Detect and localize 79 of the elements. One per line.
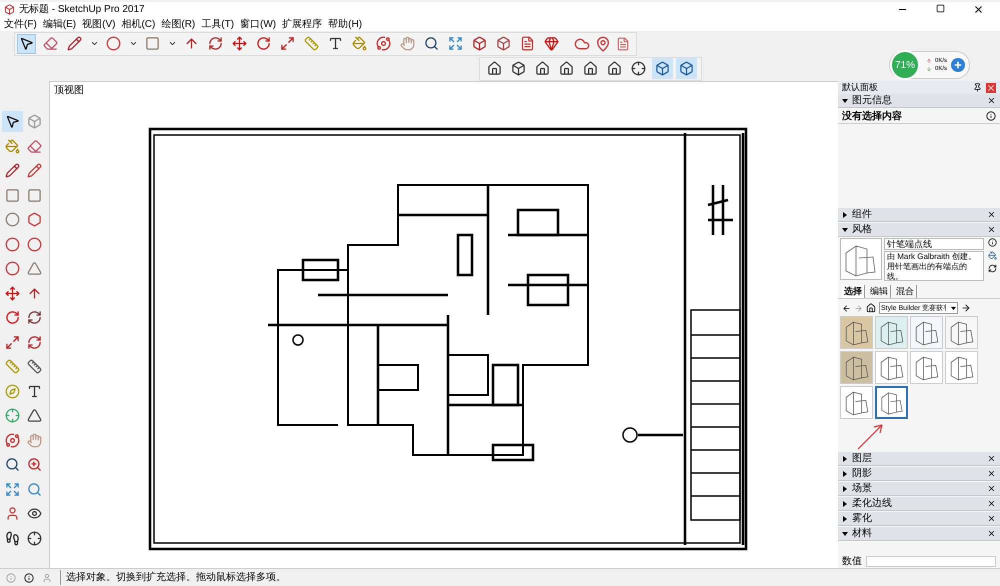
info-icon[interactable] [986, 111, 996, 121]
close-icon[interactable] [987, 469, 996, 478]
viewport-label: 顶视图 [54, 84, 84, 98]
menu-item[interactable]: 绘图(R) [161, 16, 196, 32]
cloud-icon[interactable] [574, 36, 590, 52]
close-icon[interactable] [973, 4, 984, 15]
forward-icon[interactable] [854, 304, 863, 312]
measurement-field[interactable] [866, 556, 996, 566]
pin-icon[interactable] [973, 83, 982, 92]
close-icon[interactable] [987, 514, 996, 523]
pencil-icon[interactable] [65, 34, 84, 54]
menu-item[interactable]: 文件(F) [4, 16, 37, 32]
style-name-field[interactable]: 针笔端点线 [884, 238, 984, 250]
menu-item[interactable]: 窗口(W) [240, 16, 276, 32]
details-icon[interactable] [961, 303, 972, 313]
panel-title: 场景 [852, 482, 872, 496]
menu-item[interactable]: 编辑(E) [42, 16, 76, 32]
percent-badge: 71% [890, 50, 920, 80]
drawing-viewport[interactable]: 顶视图 [49, 81, 838, 568]
close-icon[interactable] [987, 210, 996, 219]
plus-icon[interactable] [951, 58, 965, 72]
close-icon[interactable] [987, 96, 996, 105]
paint-icon[interactable] [988, 251, 996, 260]
status-message: 选择对象。切换到扩充选择。拖动鼠标选择多项。 [60, 570, 286, 585]
panel-title: 材料 [852, 526, 872, 541]
upload-arrow-icon [926, 58, 932, 64]
info-icon[interactable] [24, 572, 34, 582]
close-icon[interactable] [987, 454, 996, 463]
panel-header[interactable]: 阴影 [838, 467, 1000, 481]
close-icon[interactable] [987, 225, 996, 234]
close-icon[interactable] [987, 499, 996, 508]
tape-measure-icon[interactable] [302, 34, 321, 54]
menu-item[interactable]: 相机(C) [121, 16, 156, 32]
entity-info-message: 没有选择内容 [842, 109, 902, 124]
style-thumbnail[interactable] [875, 386, 908, 419]
panel-header[interactable]: 图层 [838, 452, 1000, 466]
menu-item[interactable]: 工具(T) [201, 16, 234, 32]
back-icon[interactable] [842, 304, 851, 312]
cube-icon[interactable] [676, 58, 696, 79]
panel-title: 风格 [852, 222, 872, 237]
panel-header[interactable]: 组件 [838, 208, 1000, 222]
cube-icon[interactable] [652, 58, 672, 79]
menu-item[interactable]: 扩展程序 [282, 16, 322, 32]
panel-title: 组件 [852, 208, 872, 222]
panel-title: 图层 [852, 452, 872, 466]
panel-header[interactable]: 材料 [838, 527, 1000, 541]
menu-item[interactable]: 帮助(H) [328, 16, 362, 32]
close-icon[interactable] [987, 529, 996, 538]
style-tab[interactable]: 编辑 [868, 284, 891, 298]
paint-bucket-icon[interactable] [350, 34, 369, 54]
menu-item[interactable]: 视图(V) [82, 16, 116, 32]
caret-icon [951, 306, 956, 310]
panel-header[interactable]: 雾化 [838, 512, 1000, 526]
refresh-icon[interactable] [988, 264, 996, 273]
style-description: 由 Mark Galbraith 创建。用针笔画出的有端点的线。 [884, 251, 984, 281]
map-pin-icon[interactable] [595, 36, 611, 52]
document-icon[interactable] [616, 36, 630, 50]
tray-title: 默认面板 [842, 80, 878, 94]
restore-icon[interactable] [936, 4, 945, 13]
move-icon[interactable] [230, 34, 249, 54]
window-title: 无标题 - SketchUp Pro 2017 [19, 2, 145, 17]
panel-title: 雾化 [852, 512, 872, 526]
app-logo-icon [4, 4, 15, 15]
pointer-icon[interactable] [2, 111, 23, 132]
panel-title: 图元信息 [852, 94, 892, 108]
style-tab[interactable]: 混合 [894, 284, 917, 298]
panel-title: 阴影 [852, 467, 872, 481]
info-icon[interactable] [988, 238, 996, 247]
panel-header[interactable]: 图元信息 [838, 94, 1000, 108]
measurement-label: 数值 [842, 554, 862, 568]
panel-header[interactable]: 风格 [838, 223, 1000, 237]
download-arrow-icon [926, 66, 932, 72]
home-icon[interactable] [866, 303, 876, 313]
panel-header[interactable]: 柔化边线 [838, 497, 1000, 511]
panel-header[interactable]: 场景 [838, 482, 1000, 496]
panel-title: 柔化边线 [852, 496, 892, 511]
pointer-icon[interactable] [17, 34, 36, 54]
close-icon[interactable] [987, 484, 996, 493]
style-tab[interactable]: 选择 [842, 284, 865, 298]
